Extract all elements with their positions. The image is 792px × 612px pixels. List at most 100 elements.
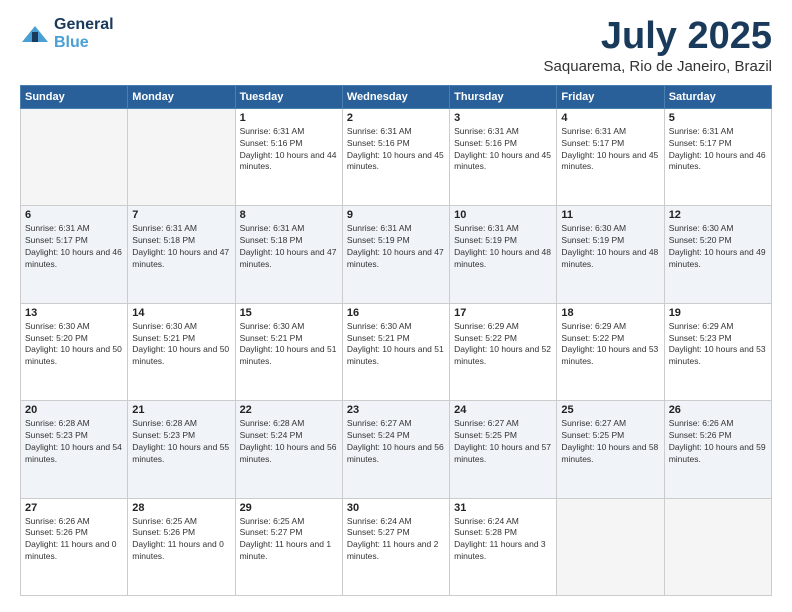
day-number: 1 [240, 112, 338, 124]
col-thursday: Thursday [450, 85, 557, 108]
table-row: 23Sunrise: 6:27 AMSunset: 5:24 PMDayligh… [342, 401, 449, 498]
day-number: 31 [454, 502, 552, 514]
table-row: 14Sunrise: 6:30 AMSunset: 5:21 PMDayligh… [128, 303, 235, 400]
day-info: Sunrise: 6:30 AMSunset: 5:19 PMDaylight:… [561, 223, 659, 271]
day-info: Sunrise: 6:29 AMSunset: 5:23 PMDaylight:… [669, 321, 767, 369]
col-monday: Monday [128, 85, 235, 108]
table-row [128, 108, 235, 205]
table-row: 6 Sunrise: 6:31 AMSunset: 5:17 PMDaylight… [21, 206, 128, 303]
header-row: Sunday Monday Tuesday Wednesday Thursday… [21, 85, 772, 108]
day-number: 9 [347, 209, 445, 221]
header: General Blue July 2025 Saquarema, Rio de… [20, 16, 772, 75]
table-row: 25 Sunrise: 6:27 AMSunset: 5:25 PMDayligh… [557, 401, 664, 498]
day-number: 21 [132, 404, 230, 416]
location: Saquarema, Rio de Janeiro, Brazil [544, 58, 772, 75]
day-number: 5 [669, 112, 767, 124]
table-row: 16 Sunrise: 6:30 AMSunset: 5:21 PMDayligh… [342, 303, 449, 400]
month-title: July 2025 [544, 16, 772, 58]
table-row: 13 Sunrise: 6:30 AMSunset: 5:20 PMDayligh… [21, 303, 128, 400]
day-info: Sunrise: 6:31 AMSunset: 5:17 PMDaylight:… [25, 223, 123, 271]
day-info: Sunrise: 6:31 AMSunset: 5:17 PMDaylight:… [669, 126, 767, 174]
day-info: Sunrise: 6:30 AMSunset: 5:21 PMDaylight:… [240, 321, 338, 369]
day-number: 25 [561, 404, 659, 416]
page: General Blue July 2025 Saquarema, Rio de… [0, 0, 792, 612]
day-info: Sunrise: 6:25 AMSunset: 5:27 PMDaylight:… [240, 516, 338, 564]
day-info: Sunrise: 6:30 AMSunset: 5:21 PMDaylight:… [347, 321, 445, 369]
day-info: Sunrise: 6:31 AMSunset: 5:16 PMDaylight:… [454, 126, 552, 174]
day-info: Sunrise: 6:28 AMSunset: 5:23 PMDaylight:… [25, 418, 123, 466]
table-row: 27 Sunrise: 6:26 AMSunset: 5:26 PMDayligh… [21, 498, 128, 595]
day-number: 18 [561, 307, 659, 319]
table-row: 31 Sunrise: 6:24 AMSunset: 5:28 PMDayligh… [450, 498, 557, 595]
day-number: 29 [240, 502, 338, 514]
table-row: 10 Sunrise: 6:31 AMSunset: 5:19 PMDayligh… [450, 206, 557, 303]
day-info: Sunrise: 6:26 AMSunset: 5:26 PMDaylight:… [25, 516, 123, 564]
logo-icon [20, 24, 50, 44]
title-section: July 2025 Saquarema, Rio de Janeiro, Bra… [544, 16, 772, 75]
day-info: Sunrise: 6:24 AMSunset: 5:27 PMDaylight:… [347, 516, 445, 564]
day-number: 22 [240, 404, 338, 416]
table-row: 9 Sunrise: 6:31 AMSunset: 5:19 PMDaylight… [342, 206, 449, 303]
day-number: 13 [25, 307, 123, 319]
day-info: Sunrise: 6:30 AMSunset: 5:20 PMDaylight:… [25, 321, 123, 369]
col-saturday: Saturday [664, 85, 771, 108]
day-number: 11 [561, 209, 659, 221]
day-info: Sunrise: 6:28 AMSunset: 5:23 PMDaylight:… [132, 418, 230, 466]
col-wednesday: Wednesday [342, 85, 449, 108]
day-info: Sunrise: 6:26 AMSunset: 5:26 PMDaylight:… [669, 418, 767, 466]
week-row: 20 Sunrise: 6:28 AMSunset: 5:23 PMDayligh… [21, 401, 772, 498]
day-number: 8 [240, 209, 338, 221]
table-row: 2 Sunrise: 6:31 AMSunset: 5:16 PMDaylight… [342, 108, 449, 205]
day-info: Sunrise: 6:31 AMSunset: 5:19 PMDaylight:… [454, 223, 552, 271]
table-row: 18 Sunrise: 6:29 AMSunset: 5:22 PMDayligh… [557, 303, 664, 400]
table-row: 15 Sunrise: 6:30 AMSunset: 5:21 PMDayligh… [235, 303, 342, 400]
day-number: 10 [454, 209, 552, 221]
day-number: 20 [25, 404, 123, 416]
table-row: 21 Sunrise: 6:28 AMSunset: 5:23 PMDayligh… [128, 401, 235, 498]
table-row [21, 108, 128, 205]
table-row: 7Sunrise: 6:31 AMSunset: 5:18 PMDaylight… [128, 206, 235, 303]
day-info: Sunrise: 6:27 AMSunset: 5:25 PMDaylight:… [454, 418, 552, 466]
day-info: Sunrise: 6:31 AMSunset: 5:17 PMDaylight:… [561, 126, 659, 174]
day-info: Sunrise: 6:24 AMSunset: 5:28 PMDaylight:… [454, 516, 552, 564]
table-row: 11 Sunrise: 6:30 AMSunset: 5:19 PMDayligh… [557, 206, 664, 303]
day-number: 6 [25, 209, 123, 221]
day-number: 15 [240, 307, 338, 319]
week-row: 6 Sunrise: 6:31 AMSunset: 5:17 PMDaylight… [21, 206, 772, 303]
col-tuesday: Tuesday [235, 85, 342, 108]
table-row: 24 Sunrise: 6:27 AMSunset: 5:25 PMDayligh… [450, 401, 557, 498]
calendar-table: Sunday Monday Tuesday Wednesday Thursday… [20, 85, 772, 596]
day-info: Sunrise: 6:30 AMSunset: 5:20 PMDaylight:… [669, 223, 767, 271]
day-number: 7 [132, 209, 230, 221]
week-row: 13 Sunrise: 6:30 AMSunset: 5:20 PMDayligh… [21, 303, 772, 400]
col-sunday: Sunday [21, 85, 128, 108]
table-row [664, 498, 771, 595]
day-number: 16 [347, 307, 445, 319]
day-info: Sunrise: 6:30 AMSunset: 5:21 PMDaylight:… [132, 321, 230, 369]
week-row: 1 Sunrise: 6:31 AMSunset: 5:16 PMDaylight… [21, 108, 772, 205]
table-row: 17Sunrise: 6:29 AMSunset: 5:22 PMDayligh… [450, 303, 557, 400]
day-info: Sunrise: 6:31 AMSunset: 5:16 PMDaylight:… [347, 126, 445, 174]
day-number: 23 [347, 404, 445, 416]
day-info: Sunrise: 6:29 AMSunset: 5:22 PMDaylight:… [561, 321, 659, 369]
table-row [557, 498, 664, 595]
table-row: 20 Sunrise: 6:28 AMSunset: 5:23 PMDayligh… [21, 401, 128, 498]
day-info: Sunrise: 6:31 AMSunset: 5:18 PMDaylight:… [240, 223, 338, 271]
day-number: 26 [669, 404, 767, 416]
day-info: Sunrise: 6:31 AMSunset: 5:16 PMDaylight:… [240, 126, 338, 174]
day-number: 17 [454, 307, 552, 319]
table-row: 26 Sunrise: 6:26 AMSunset: 5:26 PMDayligh… [664, 401, 771, 498]
day-number: 2 [347, 112, 445, 124]
day-info: Sunrise: 6:28 AMSunset: 5:24 PMDaylight:… [240, 418, 338, 466]
table-row: 22 Sunrise: 6:28 AMSunset: 5:24 PMDayligh… [235, 401, 342, 498]
day-info: Sunrise: 6:31 AMSunset: 5:19 PMDaylight:… [347, 223, 445, 271]
table-row: 30Sunrise: 6:24 AMSunset: 5:27 PMDayligh… [342, 498, 449, 595]
day-info: Sunrise: 6:25 AMSunset: 5:26 PMDaylight:… [132, 516, 230, 564]
day-info: Sunrise: 6:27 AMSunset: 5:25 PMDaylight:… [561, 418, 659, 466]
day-number: 19 [669, 307, 767, 319]
day-number: 24 [454, 404, 552, 416]
table-row: 29 Sunrise: 6:25 AMSunset: 5:27 PMDayligh… [235, 498, 342, 595]
day-number: 27 [25, 502, 123, 514]
day-number: 28 [132, 502, 230, 514]
day-number: 3 [454, 112, 552, 124]
